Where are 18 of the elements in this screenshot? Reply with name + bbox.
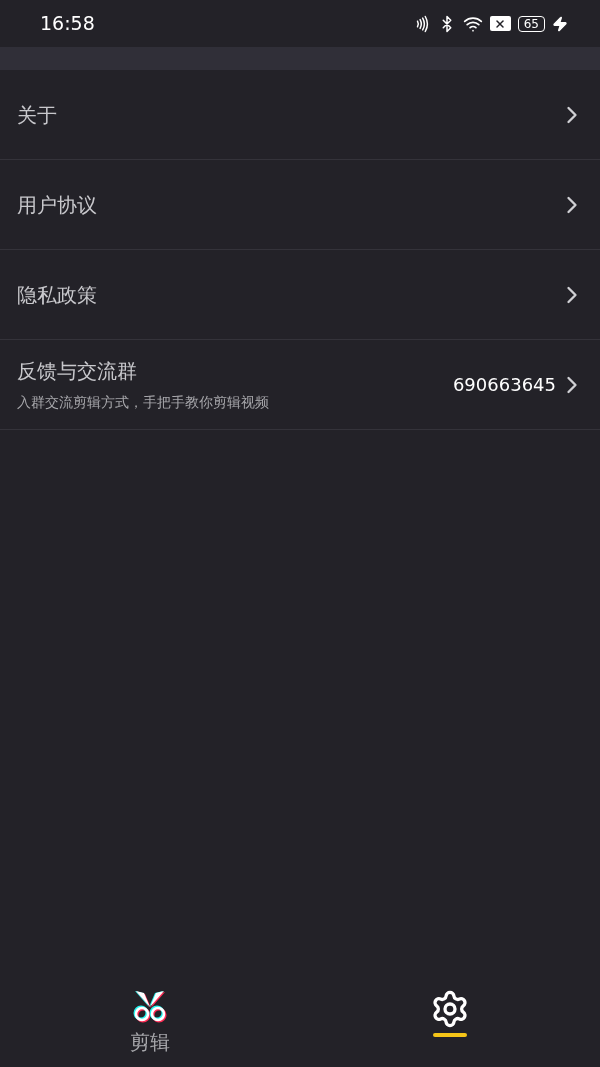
menu-title: 关于	[17, 101, 57, 129]
menu-item[interactable]: 关于	[0, 70, 600, 160]
charging-icon	[552, 15, 568, 32]
group-number: 690663645	[452, 373, 556, 397]
selected-indicator	[433, 1033, 467, 1037]
menu-title: 用户协议	[17, 191, 97, 219]
menu-subtitle: 入群交流剪辑方式，手把手教你剪辑视频	[17, 393, 269, 412]
settings-icon	[430, 989, 470, 1029]
menu-item[interactable]: 用户协议	[0, 160, 600, 250]
menu-item[interactable]: 反馈与交流群 入群交流剪辑方式，手把手教你剪辑视频 690663645	[0, 340, 600, 430]
scissors-icon	[132, 989, 168, 1023]
menu-title: 隐私政策	[17, 281, 97, 309]
battery-level: 65	[517, 15, 545, 32]
status-time: 16:58	[40, 11, 95, 37]
menu-item[interactable]: 隐私政策	[0, 250, 600, 340]
tab[interactable]: 剪辑	[0, 977, 300, 1067]
no-sim-icon	[489, 16, 511, 31]
menu-title: 反馈与交流群	[17, 358, 138, 385]
